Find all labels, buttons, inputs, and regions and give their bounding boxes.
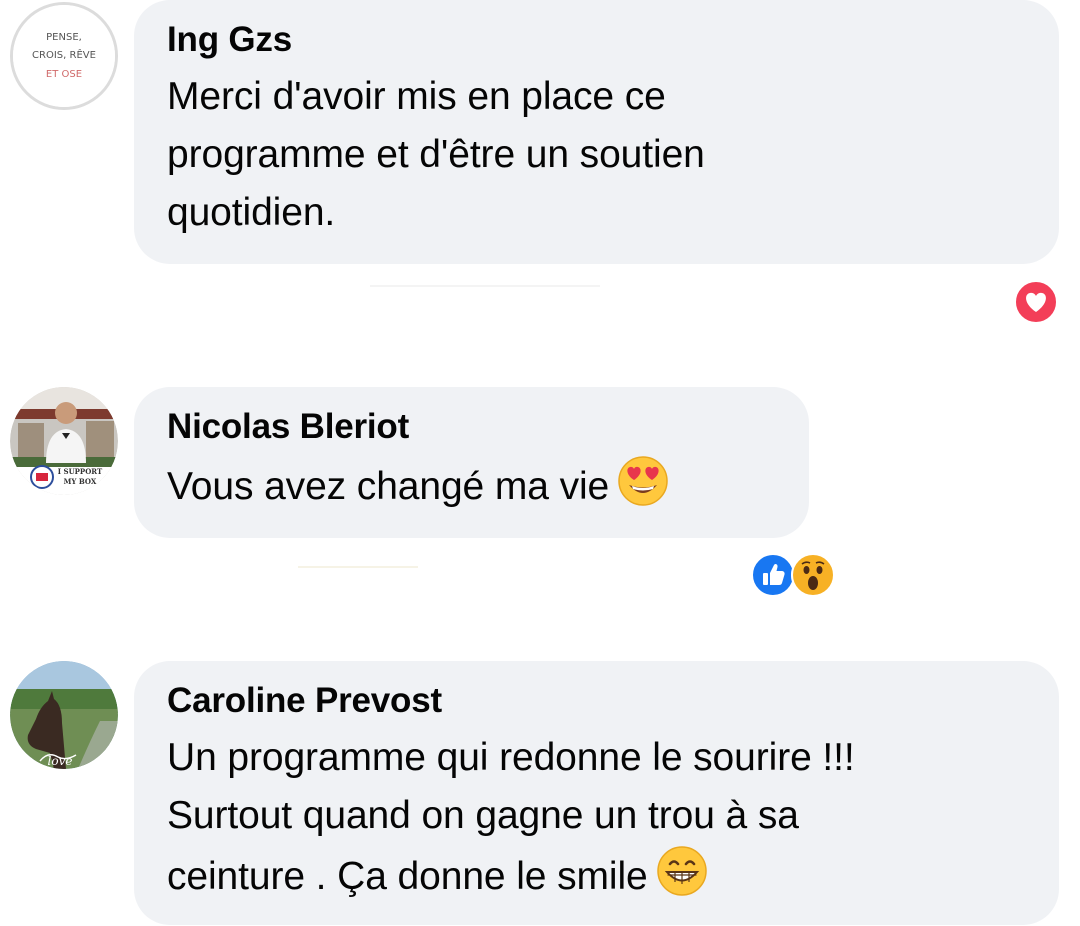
- comment-text-line: programme et d'être un soutien: [167, 133, 705, 176]
- avatar-text-line-1: PENSE,: [46, 32, 82, 43]
- avatar-image: love: [10, 661, 118, 769]
- avatar-text-line-2: CROIS, RÊVE: [32, 48, 96, 61]
- heart-eyes-emoji-icon: [617, 455, 669, 524]
- avatar-badge-text-2: MY BOX: [64, 477, 97, 486]
- divider: [370, 285, 600, 287]
- reaction-summary[interactable]: [751, 553, 835, 597]
- comment-text: Merci d'avoir mis en place ce programme …: [167, 68, 1027, 242]
- comment-bubble[interactable]: Ing Gzs Merci d'avoir mis en place ce pr…: [134, 0, 1059, 264]
- comment-bubble[interactable]: Caroline Prevost Un programme qui redonn…: [134, 661, 1059, 925]
- avatar-script-text: love: [48, 754, 73, 768]
- like-icon: [751, 553, 795, 597]
- reaction-summary[interactable]: [1014, 280, 1058, 324]
- avatar[interactable]: I SUPPORT MY BOX: [10, 387, 118, 495]
- comment-bubble[interactable]: Nicolas Bleriot Vous avez changé ma vie: [134, 387, 809, 538]
- comment-author[interactable]: Ing Gzs: [167, 20, 1027, 60]
- comment-text-line: quotidien.: [167, 191, 336, 234]
- heart-icon: [1014, 280, 1058, 324]
- divider: [298, 566, 418, 568]
- avatar[interactable]: PENSE, CROIS, RÊVE ET OSE: [10, 2, 118, 110]
- comment-text: Un programme qui redonne le sourire !!! …: [167, 729, 1027, 914]
- avatar-text-line-3: ET OSE: [46, 69, 82, 80]
- comment-author[interactable]: Caroline Prevost: [167, 681, 1027, 721]
- comment-text-line: Merci d'avoir mis en place ce: [167, 75, 666, 118]
- avatar-image: I SUPPORT MY BOX: [10, 387, 118, 495]
- grin-emoji-icon: [656, 845, 708, 914]
- wow-icon: [791, 553, 835, 597]
- comment-text-line: Surtout quand on gagne un trou à sa: [167, 794, 799, 837]
- avatar[interactable]: love: [10, 661, 118, 769]
- comment-text-line: Un programme qui redonne le sourire !!!: [167, 736, 855, 779]
- comment-text-line: ceinture . Ça donne le smile: [167, 855, 648, 898]
- comment-text-line-wrap: ceinture . Ça donne le smile: [167, 845, 1027, 914]
- avatar-image: PENSE, CROIS, RÊVE ET OSE: [13, 5, 115, 107]
- comment-author[interactable]: Nicolas Bleriot: [167, 407, 777, 447]
- comment-text: Vous avez changé ma vie: [167, 455, 777, 524]
- comment-text-line: Vous avez changé ma vie: [167, 465, 610, 508]
- avatar-badge-text-1: I SUPPORT: [58, 467, 103, 476]
